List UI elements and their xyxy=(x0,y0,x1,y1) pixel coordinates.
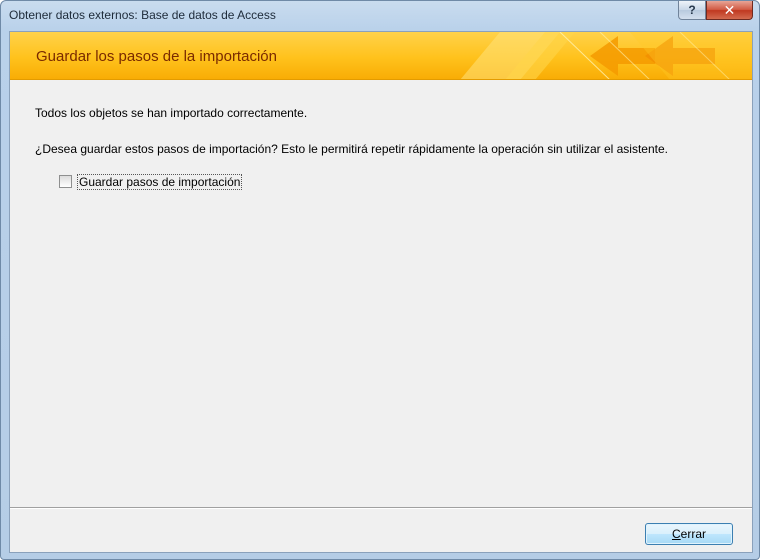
title-bar[interactable]: Obtener datos externos: Base de datos de… xyxy=(1,1,759,31)
banner-title: Guardar los pasos de la importación xyxy=(36,48,277,65)
dialog-window: Obtener datos externos: Base de datos de… xyxy=(0,0,760,560)
close-icon: ✕ xyxy=(723,2,736,18)
help-icon: ? xyxy=(688,3,696,17)
footer-divider xyxy=(10,507,752,509)
save-steps-checkbox-label[interactable]: Guardar pasos de importación xyxy=(77,174,243,190)
success-message: Todos los objetos se han importado corre… xyxy=(35,106,308,120)
header-banner: Guardar los pasos de la importación xyxy=(10,32,752,80)
close-button-accelerator: C xyxy=(671,527,681,541)
window-close-button[interactable]: ✕ xyxy=(706,1,753,20)
close-button[interactable]: Cerrar xyxy=(645,523,733,545)
close-button-label: errar xyxy=(680,527,706,541)
banner-decoration-icon xyxy=(460,32,752,79)
dialog-body: Guardar los pasos de la importación Todo… xyxy=(9,31,753,553)
window-title: Obtener datos externos: Base de datos de… xyxy=(9,8,276,22)
save-steps-checkbox[interactable] xyxy=(59,175,72,188)
help-button[interactable]: ? xyxy=(678,1,706,20)
save-steps-question: ¿Desea guardar estos pasos de importació… xyxy=(35,142,668,156)
